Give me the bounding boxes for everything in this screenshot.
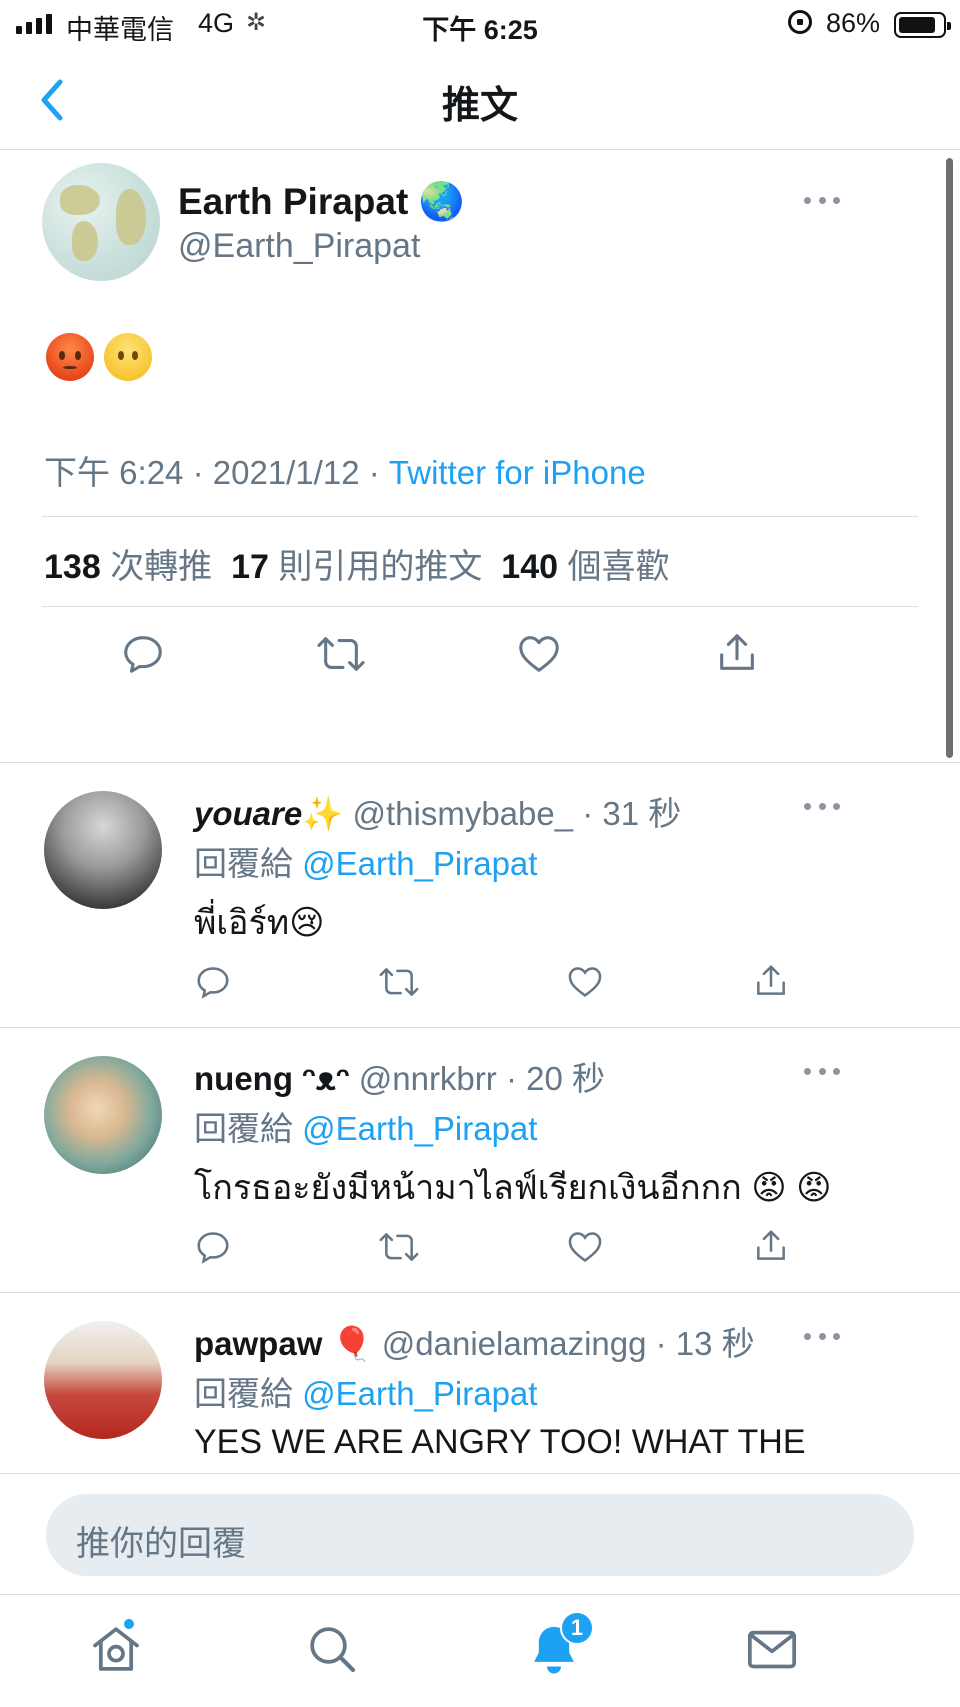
messages-icon: [747, 1630, 797, 1669]
author-handle[interactable]: @Earth_Pirapat: [178, 227, 420, 266]
tab-search[interactable]: [304, 1621, 360, 1677]
reply-to-link[interactable]: @Earth_Pirapat: [302, 1110, 537, 1147]
reply-avatar[interactable]: [44, 1056, 162, 1174]
reply-header: nueng ᵔᴥᵔ @nnrkbrr · 20 秒: [194, 1052, 605, 1100]
reply-input[interactable]: 推你的回覆: [46, 1494, 914, 1576]
search-icon: [310, 1627, 356, 1673]
reply-icon[interactable]: [194, 963, 232, 1001]
reply-tweet[interactable]: nueng ᵔᴥᵔ @nnrkbrr · 20 秒 回覆給 @Earth_Pir…: [0, 1028, 960, 1292]
battery-icon: [894, 12, 951, 38]
reply-avatar[interactable]: [44, 791, 162, 909]
reply-to-line: 回覆給 @Earth_Pirapat: [194, 1110, 538, 1147]
reply-to-link[interactable]: @Earth_Pirapat: [302, 1375, 537, 1412]
reply-header: youare✨ @thismybabe_ · 31 秒: [194, 795, 682, 832]
reply-to-link[interactable]: @Earth_Pirapat: [302, 845, 537, 882]
nav-bar: 推文: [0, 50, 960, 150]
home-new-dot: [122, 1617, 136, 1631]
reply-author-handle[interactable]: @danielamazingg: [382, 1325, 647, 1362]
reply-author-handle[interactable]: @nnrkbrr: [359, 1060, 497, 1097]
reply-author-name[interactable]: nueng ᵔᴥᵔ: [194, 1060, 350, 1097]
orientation-lock-icon: [788, 10, 812, 34]
reply-tweet[interactable]: pawpaw 🎈 @danielamazingg · 13 秒 回覆給 @Ear…: [0, 1293, 960, 1473]
no-mouth-face-emoji: [104, 333, 152, 381]
divider: [42, 516, 918, 517]
tab-home[interactable]: [88, 1617, 144, 1677]
like-icon[interactable]: [566, 963, 604, 1001]
tweet-date: 2021/1/12: [212, 454, 360, 491]
reply-time: · 20 秒: [505, 1060, 605, 1097]
battery-percent: 86%: [826, 8, 881, 38]
reply-avatar[interactable]: [44, 1321, 162, 1439]
share-icon[interactable]: [752, 961, 790, 1001]
likes-stat[interactable]: 140 個喜歡: [501, 548, 669, 586]
reply-time: · 13 秒: [655, 1325, 755, 1362]
tab-bar: 1: [0, 1594, 960, 1707]
reply-author-name[interactable]: youare: [194, 795, 302, 832]
retweet-icon[interactable]: [378, 1228, 420, 1266]
more-icon[interactable]: [804, 1068, 840, 1078]
reply-time: · 31 秒: [582, 795, 682, 832]
retweet-icon[interactable]: [378, 963, 420, 1001]
angry-face-emoji: [46, 333, 94, 381]
tab-notifications[interactable]: 1: [526, 1611, 594, 1677]
divider: [42, 606, 918, 607]
tweet-content: [46, 333, 152, 381]
reply-composer-bar: 推你的回覆: [0, 1473, 960, 1593]
like-icon[interactable]: [516, 631, 562, 677]
notifications-badge: 1: [560, 1611, 594, 1645]
share-icon[interactable]: [714, 629, 760, 677]
reply-text: พี่เอิร์ท😢: [194, 904, 325, 942]
reply-to-line: 回覆給 @Earth_Pirapat: [194, 845, 538, 882]
retweets-stat[interactable]: 138 次轉推: [44, 548, 212, 586]
reply-header: pawpaw 🎈 @danielamazingg · 13 秒: [194, 1325, 755, 1362]
tweet-meta: 下午 6:24 · 2021/1/12 · Twitter for iPhone: [44, 454, 646, 491]
retweet-icon[interactable]: [316, 631, 366, 677]
reply-tweet[interactable]: youare✨ @thismybabe_ · 31 秒 回覆給 @Earth_P…: [0, 763, 960, 1027]
tweet-time: 下午 6:24: [44, 454, 184, 491]
more-icon[interactable]: [804, 803, 840, 813]
tweet-source-link[interactable]: Twitter for iPhone: [389, 454, 646, 491]
reply-text: YES WE ARE ANGRY TOO! WHAT THE: [194, 1423, 806, 1461]
author-name[interactable]: Earth Pirapat 🌏: [178, 181, 465, 224]
page-title: 推文: [441, 85, 518, 127]
status-bar: 中華電信 4G ✲ 下午 6:25 86%: [0, 0, 960, 50]
author-emoji: 🌏: [418, 181, 465, 222]
clock: 下午 6:25: [422, 15, 538, 45]
reply-icon[interactable]: [120, 631, 166, 677]
tab-messages[interactable]: [744, 1621, 800, 1677]
home-icon: [93, 1627, 139, 1671]
tweet-stats: 138 次轉推 17 則引用的推文 140 個喜歡: [44, 539, 669, 588]
share-icon[interactable]: [752, 1226, 790, 1266]
quotes-stat[interactable]: 17 則引用的推文: [231, 548, 482, 586]
more-icon[interactable]: [804, 197, 840, 207]
reply-text: โกรธอะยังมีหน้ามาไลฟ์เรียกเงินอีกกก 😡 😡: [194, 1169, 832, 1207]
reply-to-line: 回覆給 @Earth_Pirapat: [194, 1375, 538, 1412]
reply-author-name[interactable]: pawpaw: [194, 1325, 322, 1362]
reply-icon[interactable]: [194, 1228, 232, 1266]
reply-author-handle[interactable]: @thismybabe_: [352, 795, 573, 832]
author-avatar[interactable]: [42, 163, 160, 281]
main-tweet: Earth Pirapat 🌏 @Earth_Pirapat 下午 6:24 ·…: [0, 151, 960, 762]
like-icon[interactable]: [566, 1228, 604, 1266]
more-icon[interactable]: [804, 1333, 840, 1343]
